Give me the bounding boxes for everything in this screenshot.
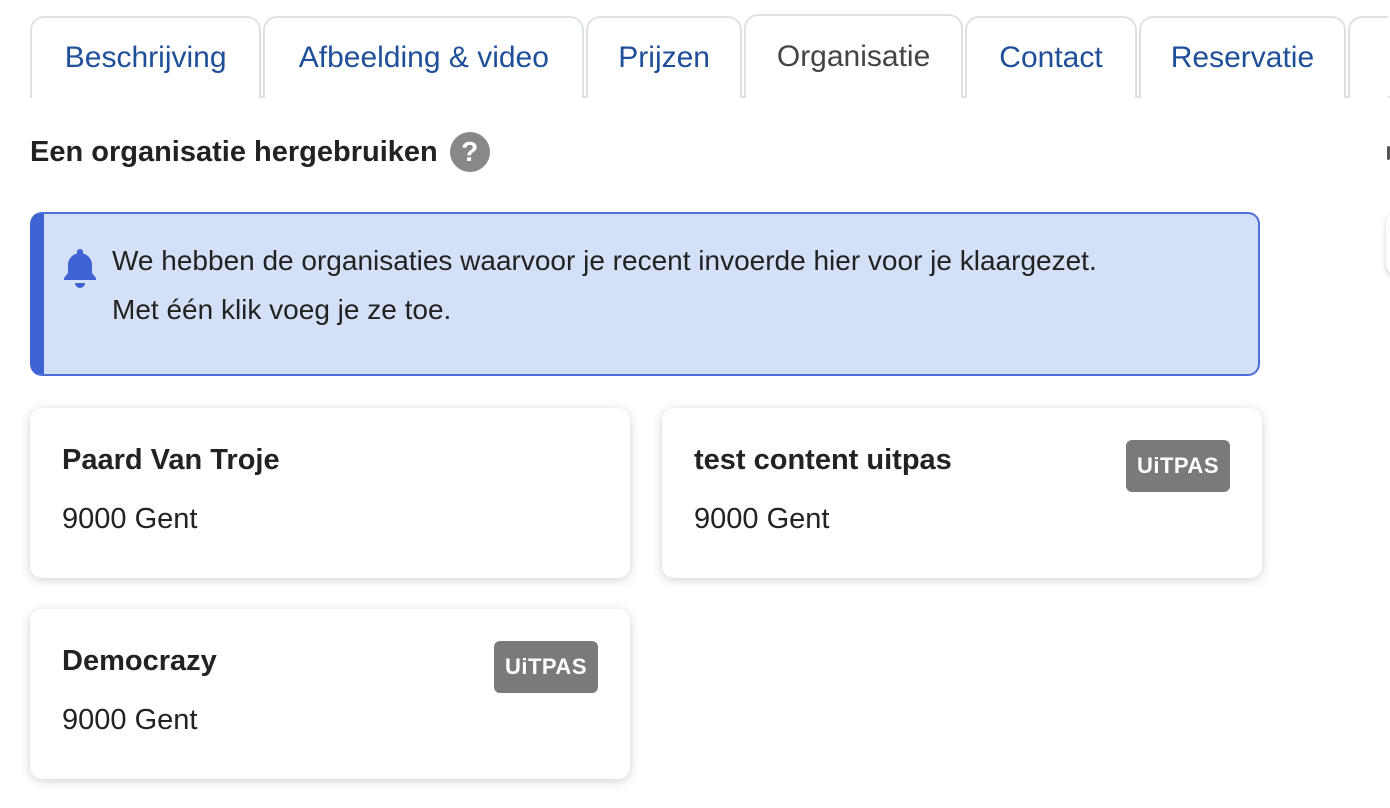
org-card-paard-van-troje[interactable]: Paard Van Troje 9000 Gent [30,408,630,578]
org-card-democrazy[interactable]: Democrazy 9000 Gent UiTPAS [30,609,630,779]
side-panel-edge[interactable] [1386,212,1390,276]
tab-prijzen[interactable]: Prijzen [586,16,742,98]
tab-bar: Beschrijving Afbeelding & video Prijzen … [30,14,1390,98]
tab-afbeelding-video[interactable]: Afbeelding & video [263,16,585,98]
org-card-test-content-uitpas[interactable]: test content uitpas 9000 Gent UiTPAS [662,408,1262,578]
uitpas-badge: UiTPAS [1125,440,1230,492]
org-card-address: 9000 Gent [62,704,198,736]
alert-message: We hebben de organisaties waarvoor je re… [112,236,1097,334]
bell-icon [64,249,96,288]
tab-contact[interactable]: Contact [965,16,1137,98]
org-card-address: 9000 Gent [694,503,830,535]
tab-beschrijving[interactable]: Beschrijving [30,16,262,98]
tab-reservatie[interactable]: Reservatie [1138,16,1347,98]
info-alert: We hebben de organisaties waarvoor je re… [30,212,1260,376]
section-heading: Een organisatie hergebruiken ? [30,132,490,172]
org-card-title: Paard Van Troje [62,444,280,476]
help-icon[interactable]: ? [449,132,490,172]
alert-line-2: Met één klik voeg je ze toe. [112,294,452,325]
uitpas-badge: UiTPAS [493,641,598,693]
alert-line-1: We hebben de organisaties waarvoor je re… [112,245,1097,276]
tab-next-partial[interactable] [1348,16,1389,98]
section-heading-text: Een organisatie hergebruiken [30,135,438,168]
tab-organisatie[interactable]: Organisatie [743,14,964,98]
org-card-address: 9000 Gent [62,503,198,535]
